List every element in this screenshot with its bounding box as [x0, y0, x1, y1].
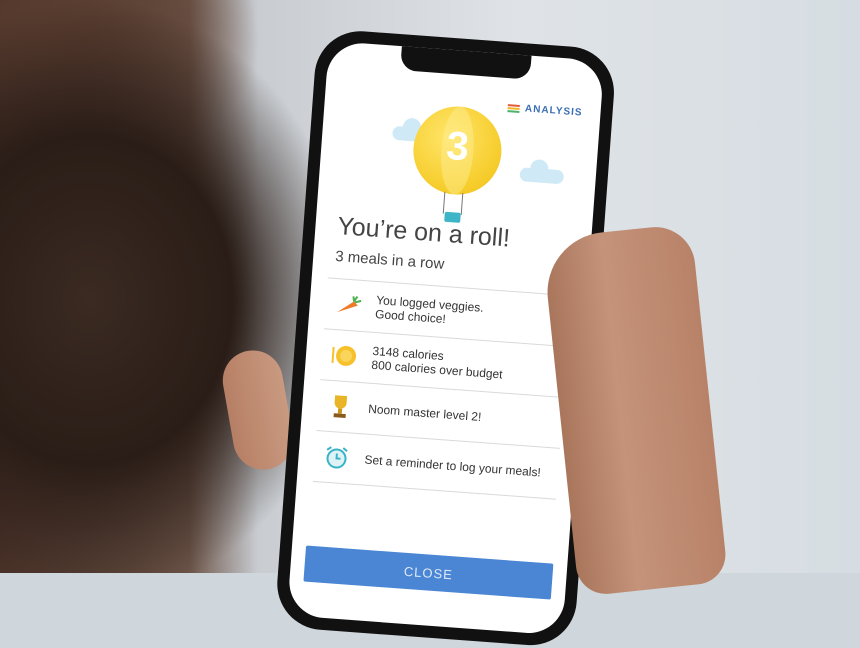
analysis-label: ANALYSIS: [524, 103, 583, 119]
carrot-icon: [333, 290, 363, 320]
trophy-icon: [325, 392, 355, 422]
alarm-clock-icon: [322, 443, 352, 473]
cloud-icon: [519, 167, 565, 185]
streak-number: 3: [444, 123, 471, 170]
achievement-list: You logged veggies. Good choice! 3148 cal…: [312, 277, 572, 500]
stacked-bars-icon: [507, 103, 521, 113]
phone-notch: [400, 44, 532, 80]
streak-subtitle: 3 meals in a row: [334, 247, 445, 273]
plate-icon: [329, 341, 359, 371]
analysis-link[interactable]: ANALYSIS: [507, 102, 583, 119]
